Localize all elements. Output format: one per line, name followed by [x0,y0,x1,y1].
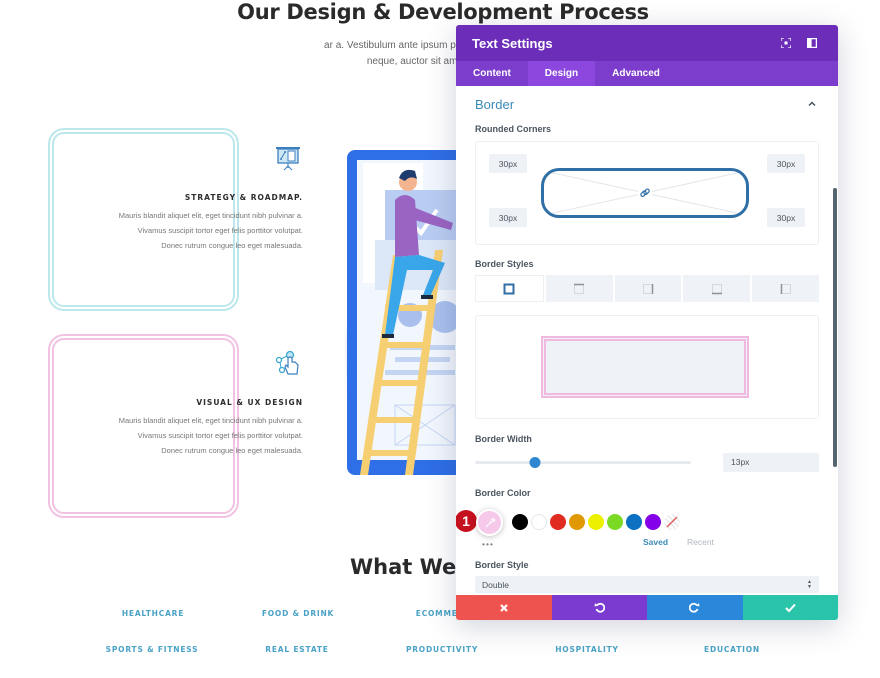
feature-visual-ux: VISUAL & UX DESIGN Mauris blandit alique… [63,349,303,458]
feature-line: Donec rutrum congue leo eget malesuada. [161,446,303,455]
border-width-slider[interactable] [475,456,691,468]
color-swatch[interactable] [512,514,528,530]
color-swatch[interactable] [550,514,566,530]
feature-title: STRATEGY & ROADMAP. [184,193,303,202]
border-section-toggle[interactable]: Border [475,86,819,122]
feature-body: Mauris blandit aliquet elit, eget tincid… [63,413,303,458]
rounded-corners-preview [541,168,749,218]
saved-colors-tab[interactable]: Saved [643,537,668,547]
industry-link[interactable]: FOOD & DRINK [262,609,334,618]
corner-top-right-input[interactable]: 30px [767,154,805,173]
cancel-button[interactable] [456,595,552,620]
border-style-value: Double [482,579,509,590]
panel-tabs: Content Design Advanced [456,61,838,86]
border-sides-tabs [475,275,819,302]
fullscreen-icon[interactable] [776,33,796,53]
page-title: Our Design & Development Process [237,0,649,24]
border-width-input[interactable]: 13px [723,452,819,472]
feature-line: Donec rutrum congue leo eget malesuada. [161,241,303,250]
border-side-all[interactable] [475,275,544,302]
link-icon[interactable] [638,186,652,200]
border-preview-box [541,336,749,398]
border-side-right[interactable] [614,275,682,302]
swatch-none[interactable] [664,514,680,530]
border-styles-label: Border Styles [475,259,534,269]
slider-handle[interactable] [529,456,541,468]
border-side-left[interactable] [752,275,819,302]
border-left-icon [780,283,791,294]
corner-top-left-input[interactable]: 30px [489,154,527,173]
undo-icon [594,602,605,613]
touch-network-icon [273,349,303,379]
panel-footer [456,595,838,620]
close-icon [499,603,508,612]
sidebar-toggle-icon[interactable] [802,33,822,53]
industry-link[interactable]: PRODUCTIVITY [406,645,478,654]
tab-design[interactable]: Design [527,61,596,86]
tab-advanced[interactable]: Advanced [595,61,677,86]
tab-content[interactable]: Content [456,61,528,86]
feature-strategy: STRATEGY & ROADMAP. Mauris blandit aliqu… [63,144,303,253]
text-settings-panel: Text Settings Content Design Advanced Bo… [456,25,838,620]
panel-header[interactable]: Text Settings [456,25,838,61]
check-icon [785,603,796,612]
color-swatch[interactable] [588,514,604,530]
more-colors-button[interactable]: ••• [482,539,494,549]
recent-colors-tab[interactable]: Recent [687,537,714,547]
industry-link[interactable]: HEALTHCARE [122,609,184,618]
rounded-corners-control: 30px 30px 30px 30px [475,141,819,245]
industry-link[interactable]: EDUCATION [704,645,760,654]
color-swatch[interactable] [645,514,661,530]
border-side-bottom[interactable] [683,275,751,302]
border-all-icon [503,283,515,294]
corner-bottom-left-input[interactable]: 30px [489,208,527,227]
feature-line: Vivamus suscipit tortor eget felis portt… [137,431,303,440]
undo-button[interactable] [551,595,647,620]
border-side-top[interactable] [545,275,613,302]
panel-scrollbar[interactable] [833,188,837,467]
select-arrows-icon: ▲ ▼ [807,578,812,590]
industry-link[interactable]: SPORTS & FITNESS [106,645,199,654]
border-color-label: Border Color [475,488,531,498]
feature-line: Mauris blandit aliquet elit, eget tincid… [118,211,303,220]
step-badge: 1 [456,510,477,532]
border-style-select[interactable]: Double ▲ ▼ [475,576,819,593]
border-right-icon [642,283,654,294]
color-swatch[interactable] [531,514,547,530]
feature-title: VISUAL & UX DESIGN [196,398,303,407]
feature-line: Vivamus suscipit tortor eget felis portt… [137,226,303,235]
color-swatches [512,514,680,530]
redo-icon [689,602,700,613]
feature-body: Mauris blandit aliquet elit, eget tincid… [63,208,303,253]
save-button[interactable] [742,595,838,620]
panel-title: Text Settings [472,35,553,51]
border-bottom-icon [711,283,722,294]
color-picker-row: 1 [456,509,819,536]
color-swatch[interactable] [626,514,642,530]
industry-link[interactable]: HOSPITALITY [555,645,619,654]
color-footer: ••• Saved Recent [475,537,819,551]
corner-bottom-right-input[interactable]: 30px [767,208,805,227]
panel-body: Border Rounded Corners 30px 30px 30px 30… [456,86,838,595]
ladder-illustration [335,145,467,480]
color-swatch[interactable] [607,514,623,530]
border-top-icon [574,283,585,294]
rounded-corners-label: Rounded Corners [475,124,552,134]
border-style-label: Border Style [475,560,529,570]
color-picker-button[interactable] [476,509,503,536]
redo-button[interactable] [647,595,743,620]
feature-line: Mauris blandit aliquet elit, eget tincid… [118,416,303,425]
border-width-label: Border Width [475,434,532,444]
chevron-up-icon[interactable] [805,97,819,111]
border-width-control: 13px [475,452,819,472]
presentation-board-icon [273,144,303,174]
section-title: Border [475,96,515,112]
eyedropper-icon [485,517,495,527]
industry-link[interactable]: REAL ESTATE [265,645,328,654]
border-style-preview [475,315,819,419]
color-swatch[interactable] [569,514,585,530]
